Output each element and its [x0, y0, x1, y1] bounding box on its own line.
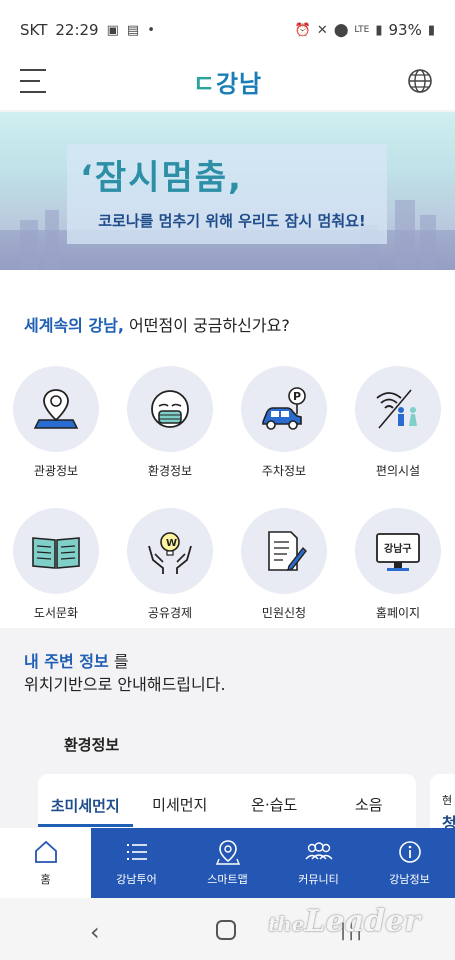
nav-smartmap[interactable]: 스마트맵 [182, 828, 273, 898]
banner-title: ‘잠시멈춤, [80, 158, 243, 198]
info-icon [398, 841, 421, 863]
service-facilities[interactable]: 편의시설 [348, 366, 448, 479]
mask-face-icon [151, 390, 189, 428]
service-label: 도서문화 [33, 606, 79, 620]
monitor-label: 강남구 [384, 542, 412, 555]
promo-banner[interactable]: ‘잠시멈춤, 코로나를 멈추기 위해 우리도 잠시 멈춰요! [0, 112, 455, 270]
bottom-navigation: 홈 강남투어 스마트맵 커뮤니티 강남정보 [0, 828, 455, 898]
service-parking[interactable]: P 주차정보 [234, 366, 334, 479]
home-button-icon[interactable] [216, 920, 236, 940]
logo-text: 강남 [215, 69, 263, 98]
calendar-notification-icon: ▤ [126, 22, 140, 38]
svg-text:P: P [293, 390, 301, 403]
alarm-icon: ⏰ [294, 22, 311, 38]
intro-question: 어떤점이 궁금하신가요? [123, 316, 290, 335]
svg-text:W: W [166, 538, 177, 549]
tab-temp-humidity[interactable]: 온·습도 [227, 790, 322, 815]
nav-label: 강남정보 [389, 873, 430, 886]
service-label: 편의시설 [375, 464, 421, 478]
environment-tabs: 초미세먼지 미세먼지 온·습도 소음 [38, 774, 416, 830]
signal-icon: ▮ [375, 22, 383, 38]
home-icon [34, 840, 57, 863]
service-homepage[interactable]: 강남구 홈페이지 [348, 508, 448, 621]
globe-icon[interactable] [405, 66, 435, 96]
watermark-small: the [268, 912, 305, 936]
nav-label: 홈 [40, 873, 51, 886]
nav-label: 스마트맵 [207, 873, 248, 886]
location-icon: ⬤ [333, 22, 349, 38]
tab-noise[interactable]: 소음 [322, 790, 417, 815]
car-parking-icon: P [262, 387, 306, 430]
image-notification-icon: ▣ [106, 22, 119, 38]
document-pen-icon [268, 531, 307, 571]
map-pin-icon [33, 389, 79, 429]
service-civil-petition[interactable]: 민원신청 [234, 508, 334, 621]
community-icon [304, 842, 333, 860]
monitor-icon: 강남구 [376, 533, 420, 571]
environment-title: 환경정보 [64, 736, 120, 754]
intro-highlight: 세계속의 강남, [24, 316, 124, 335]
map-marker-icon [215, 840, 240, 865]
logo[interactable]: ㄷ강남 [193, 64, 262, 99]
next-card-text-1: 현 [442, 794, 453, 807]
intro-text: 세계속의 강남, 어떤점이 궁금하신가요? [24, 312, 290, 336]
nearby-highlight: 내 주변 정보 [24, 652, 109, 671]
nav-gangnam-info[interactable]: 강남정보 [364, 828, 455, 898]
carrier-label: SKT [20, 21, 48, 39]
main-content: 세계속의 강남, 어떤점이 궁금하신가요? 관광정보 환경정보 P 주차정보 편… [0, 270, 455, 628]
status-bar: SKT 22:29 ▣ ▤ • ⏰ ✕ ⬤ LTE ▮ 93% ▮ [0, 0, 455, 60]
nav-label: 강남투어 [116, 873, 157, 886]
app-header: ㄷ강남 [0, 52, 455, 110]
dot-icon: • [147, 22, 155, 38]
nav-tour[interactable]: 강남투어 [91, 828, 182, 898]
service-label: 홈페이지 [375, 606, 421, 620]
nav-community[interactable]: 커뮤니티 [273, 828, 364, 898]
wifi-restroom-icon [376, 389, 417, 429]
service-label: 환경정보 [147, 464, 193, 478]
book-icon [32, 537, 80, 569]
service-label: 공유경제 [147, 606, 193, 620]
battery-icon: ▮ [427, 22, 435, 38]
watermark: theLeader [268, 904, 420, 939]
logo-mark: ㄷ [192, 69, 216, 98]
service-library[interactable]: 도서문화 [6, 508, 106, 621]
nearby-suffix: 를 [108, 652, 129, 671]
service-tourism[interactable]: 관광정보 [6, 366, 106, 479]
nearby-description: 위치기반으로 안내해드립니다. [24, 675, 226, 694]
next-card-peek[interactable]: 현 청 [430, 774, 455, 834]
menu-icon[interactable] [20, 69, 46, 93]
list-icon [126, 844, 147, 860]
banner-subtitle: 코로나를 멈추기 위해 우리도 잠시 멈춰요! [98, 212, 366, 230]
environment-card: 초미세먼지 미세먼지 온·습도 소음 [38, 774, 416, 834]
clock: 22:29 [55, 21, 99, 39]
service-sharing[interactable]: W 공유경제 [120, 508, 220, 621]
nearby-heading: 내 주변 정보 를 위치기반으로 안내해드립니다. [24, 650, 226, 696]
watermark-big: Leader [304, 904, 421, 939]
tab-ultrafine-dust[interactable]: 초미세먼지 [38, 791, 133, 827]
back-icon[interactable]: ‹ [90, 918, 100, 946]
service-label: 관광정보 [33, 464, 79, 478]
nav-home[interactable]: 홈 [0, 828, 91, 898]
battery-level: 93% [388, 21, 422, 39]
network-label: LTE [354, 25, 370, 35]
mute-icon: ✕ [316, 22, 328, 38]
hands-bulb-icon: W [148, 532, 192, 574]
nearby-section: 내 주변 정보 를 위치기반으로 안내해드립니다. 환경정보 초미세먼지 미세먼… [0, 628, 455, 834]
service-environment[interactable]: 환경정보 [120, 366, 220, 479]
service-label: 주차정보 [261, 464, 307, 478]
tab-fine-dust[interactable]: 미세먼지 [133, 790, 228, 815]
nav-label: 커뮤니티 [298, 873, 339, 886]
service-label: 민원신청 [261, 606, 307, 620]
